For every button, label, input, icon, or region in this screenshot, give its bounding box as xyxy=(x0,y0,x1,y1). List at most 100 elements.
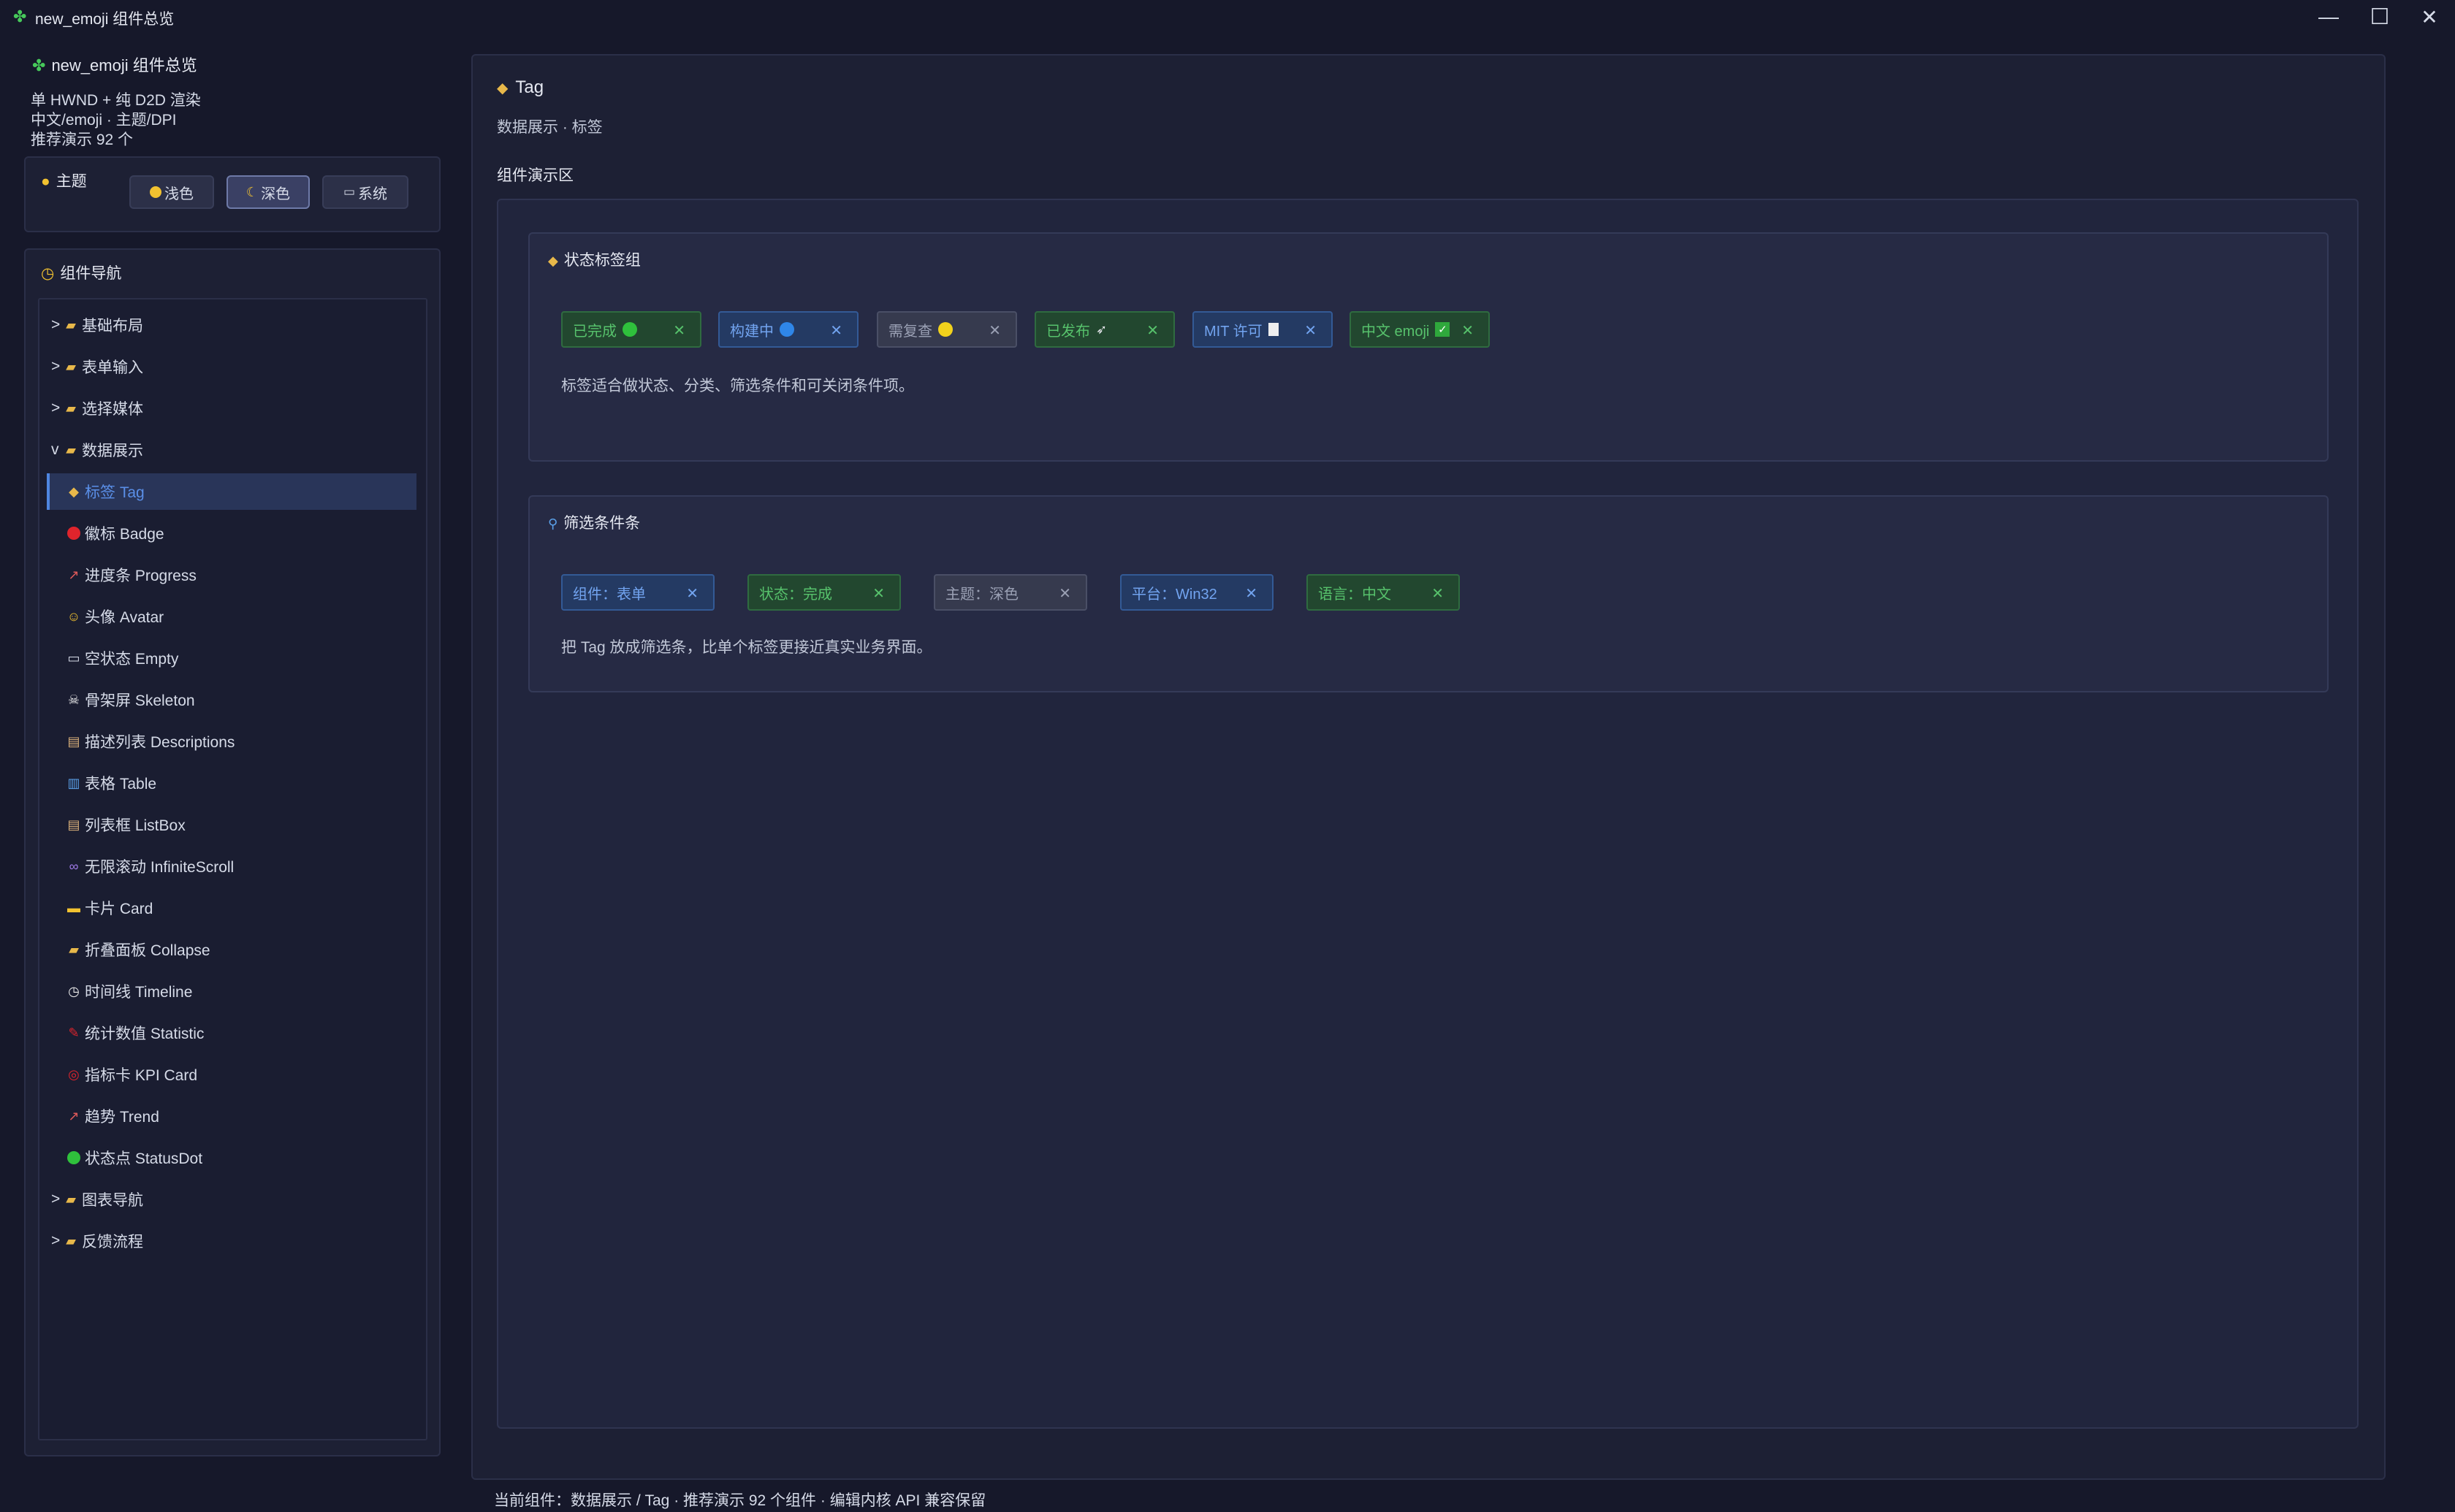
sidebar-info-line: 单 HWND + 纯 D2D 渲染 xyxy=(31,92,201,109)
close-icon[interactable]: ✕ xyxy=(673,321,685,340)
rocket-icon: ➶ xyxy=(1096,321,1108,337)
tag-label: MIT 许可 xyxy=(1204,323,1263,340)
expand-arrow-icon: > xyxy=(51,358,61,375)
app-leaf-icon: ✤ xyxy=(32,56,46,75)
green-circle-icon xyxy=(64,1151,83,1164)
chart-up-icon: ↗ xyxy=(68,1108,80,1123)
app-leaf-icon: ✤ xyxy=(13,7,27,26)
nav-group-select-media[interactable]: > ▰ 选择媒体 xyxy=(51,390,416,427)
inbox-icon: ▭ xyxy=(67,650,80,665)
nav-item-skeleton[interactable]: ☠ 骨架屏 Skeleton xyxy=(64,681,430,718)
theme-option-label: 系统 xyxy=(358,186,388,202)
nav-item-label: 标签 Tag xyxy=(85,484,145,501)
nav-item-label: 徽标 Badge xyxy=(85,526,164,543)
nav-item-infinite-scroll[interactable]: ∞ 无限滚动 InfiniteScroll xyxy=(64,848,430,885)
close-icon[interactable]: ✕ xyxy=(830,321,842,340)
bar-chart-icon: ▥ xyxy=(67,775,80,790)
card-title-text: 筛选条件条 xyxy=(563,515,641,532)
nav-item-avatar[interactable]: ☺ 头像 Avatar xyxy=(64,598,430,635)
tag-label: 需复查 xyxy=(888,323,932,340)
expand-arrow-icon: > xyxy=(51,1232,61,1249)
status-tag[interactable]: 需复查 ✕ xyxy=(877,311,1017,348)
close-icon[interactable]: ✕ xyxy=(686,584,699,603)
nav-header-text: 组件导航 xyxy=(60,265,122,282)
sidebar-info: 单 HWND + 纯 D2D 渲染 中文/emoji · 主题/DPI 推荐演示… xyxy=(31,91,201,150)
theme-light-button[interactable]: 浅色 xyxy=(129,175,214,209)
nav-item-label: 趋势 Trend xyxy=(85,1109,159,1126)
nav-item-kpi-card[interactable]: ◎ 指标卡 KPI Card xyxy=(64,1056,430,1093)
close-button[interactable]: ✕ xyxy=(2407,3,2452,31)
close-icon[interactable]: ✕ xyxy=(872,584,885,603)
nav-item-label: 状态点 StatusDot xyxy=(85,1150,203,1167)
close-icon[interactable]: ✕ xyxy=(1461,321,1474,340)
nav-group-feedback-flow[interactable]: > ▰ 反馈流程 xyxy=(51,1223,416,1259)
theme-option-label: 浅色 xyxy=(164,186,194,202)
filter-tag[interactable]: 状态：完成 ✕ xyxy=(747,574,901,611)
sidebar-info-line: 中文/emoji · 主题/DPI xyxy=(31,112,177,129)
nav-item-label: 进度条 Progress xyxy=(85,568,197,584)
theme-dark-button[interactable]: ☾ 深色 xyxy=(227,175,310,209)
tag-label: 状态：完成 xyxy=(759,586,832,603)
infinity-icon: ∞ xyxy=(69,858,79,874)
nav-item-tag[interactable]: ◆ 标签 Tag xyxy=(47,473,416,510)
tag-icon: ◆ xyxy=(497,80,509,96)
chart-up-icon: ↗ xyxy=(68,567,80,582)
blue-circle-icon xyxy=(780,322,794,337)
status-tag[interactable]: 构建中 ✕ xyxy=(718,311,859,348)
close-icon[interactable]: ✕ xyxy=(1059,584,1071,603)
theme-system-button[interactable]: ▭ 系统 xyxy=(322,175,408,209)
filter-tag[interactable]: 主题：深色 ✕ xyxy=(934,574,1087,611)
nav-item-descriptions[interactable]: ▤ 描述列表 Descriptions xyxy=(64,723,430,760)
nav-item-label: 反馈流程 xyxy=(82,1234,143,1251)
document-icon xyxy=(1268,323,1279,336)
nav-item-statistic[interactable]: ✎ 统计数值 Statistic xyxy=(64,1015,430,1051)
expand-arrow-icon: > xyxy=(51,1191,61,1207)
clipboard-icon: ▤ xyxy=(67,733,80,749)
green-circle-icon xyxy=(623,322,637,337)
nav-item-label: 描述列表 Descriptions xyxy=(85,734,235,751)
nav-item-label: 卡片 Card xyxy=(85,901,153,917)
close-icon[interactable]: ✕ xyxy=(1146,321,1159,340)
smiley-icon: ☺ xyxy=(66,608,81,624)
title-bar xyxy=(0,0,2455,34)
close-icon[interactable]: ✕ xyxy=(989,321,1001,340)
nav-item-empty[interactable]: ▭ 空状态 Empty xyxy=(64,640,430,676)
nav-group-chart-nav[interactable]: > ▰ 图表导航 xyxy=(51,1181,416,1218)
nav-item-collapse[interactable]: ▰ 折叠面板 Collapse xyxy=(64,931,430,968)
close-icon[interactable]: ✕ xyxy=(1304,321,1317,340)
nav-item-label: 列表框 ListBox xyxy=(85,817,186,834)
nav-item-label: 数据展示 xyxy=(82,443,143,459)
sidebar-title: ✤ new_emoji 组件总览 xyxy=(32,53,197,76)
filter-tag[interactable]: 平台：Win32 ✕ xyxy=(1120,574,1274,611)
status-tag[interactable]: 已发布 ➶ ✕ xyxy=(1035,311,1175,348)
status-tag[interactable]: MIT 许可 ✕ xyxy=(1192,311,1333,348)
nav-item-listbox[interactable]: ▤ 列表框 ListBox xyxy=(64,806,430,843)
window-title: new_emoji 组件总览 xyxy=(35,11,175,28)
nav-item-label: 指标卡 KPI Card xyxy=(85,1067,198,1084)
maximize-button[interactable]: ☐ xyxy=(2357,3,2402,31)
nav-item-label: 无限滚动 InfiniteScroll xyxy=(85,859,235,876)
nav-item-table[interactable]: ▥ 表格 Table xyxy=(64,765,430,801)
status-tag[interactable]: 已完成 ✕ xyxy=(561,311,701,348)
status-bar-text: 当前组件：数据展示 / Tag · 推荐演示 92 个组件 · 编辑内核 API… xyxy=(494,1492,986,1509)
nav-item-status-dot[interactable]: 状态点 StatusDot xyxy=(64,1139,430,1176)
nav-group-form-input[interactable]: > ▰ 表单输入 xyxy=(51,348,416,385)
tag-label: 组件：表单 xyxy=(573,586,646,603)
close-icon[interactable]: ✕ xyxy=(1431,584,1444,603)
nav-item-timeline[interactable]: ◷ 时间线 Timeline xyxy=(64,973,430,1009)
nav-group-data-display[interactable]: v ▰ 数据展示 xyxy=(51,432,416,468)
folder-icon: ▰ xyxy=(66,317,76,332)
moon-icon: ☾ xyxy=(246,184,259,199)
nav-item-label: 头像 Avatar xyxy=(85,609,164,626)
nav-item-progress[interactable]: ↗ 进度条 Progress xyxy=(64,557,430,593)
close-icon[interactable]: ✕ xyxy=(1245,584,1257,603)
card-icon: ▬ xyxy=(67,900,80,915)
filter-tag[interactable]: 语言：中文 ✕ xyxy=(1306,574,1460,611)
minimize-button[interactable]: — xyxy=(2306,3,2351,31)
nav-item-trend[interactable]: ↗ 趋势 Trend xyxy=(64,1098,430,1134)
status-tag[interactable]: 中文 emoji ✓ ✕ xyxy=(1350,311,1490,348)
nav-item-card[interactable]: ▬ 卡片 Card xyxy=(64,890,430,926)
nav-group-basic-layout[interactable]: > ▰ 基础布局 xyxy=(51,307,416,343)
nav-item-badge[interactable]: 徽标 Badge xyxy=(64,515,430,551)
filter-tag[interactable]: 组件：表单 ✕ xyxy=(561,574,715,611)
